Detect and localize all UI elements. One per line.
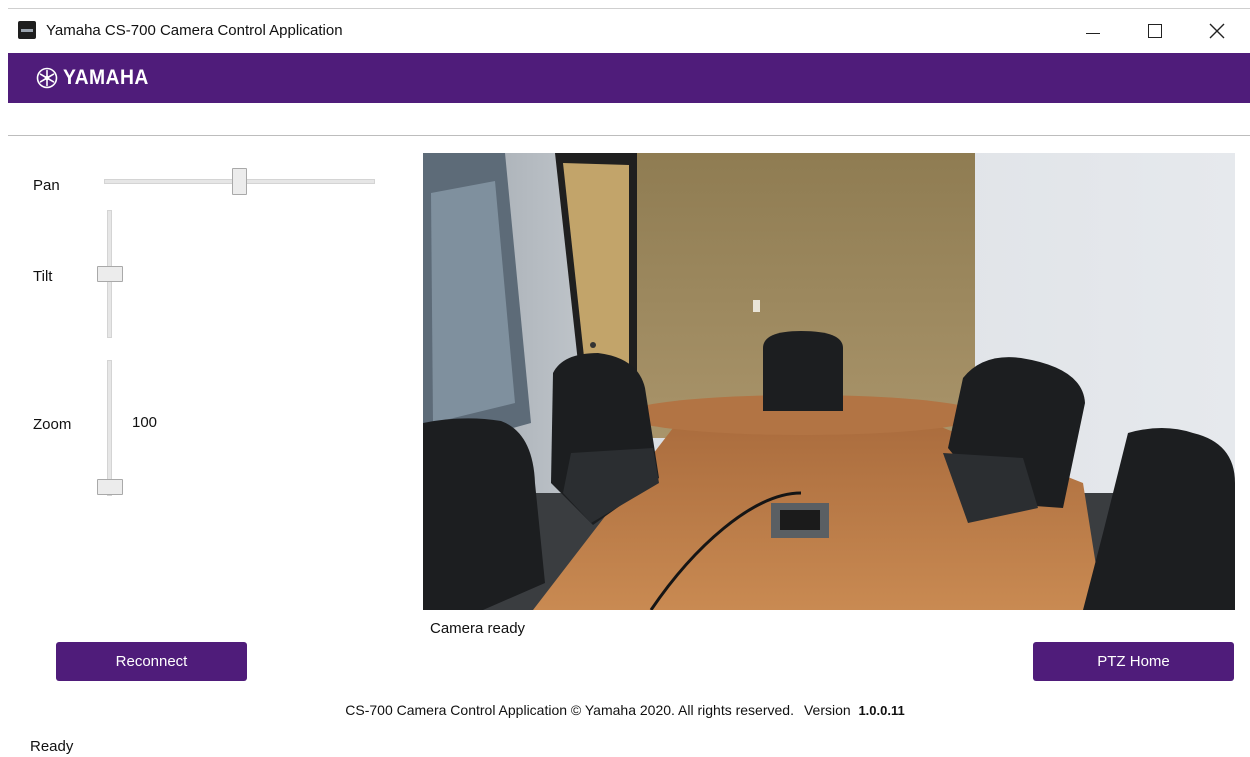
version-number: 1.0.0.11 (858, 703, 905, 718)
header-divider (8, 135, 1250, 136)
camera-feed (423, 153, 1235, 610)
camera-status: Camera ready (430, 620, 526, 637)
close-icon (1209, 23, 1225, 39)
copyright-text: CS-700 Camera Control Application © Yama… (345, 702, 794, 718)
yamaha-logo: YAMAHA (36, 66, 156, 90)
conference-room-camera-feed (423, 153, 1235, 610)
close-button[interactable] (1194, 15, 1240, 47)
app-icon (18, 21, 36, 39)
maximize-button[interactable] (1132, 15, 1178, 47)
version-label: Version (803, 702, 851, 718)
pan-slider-thumb[interactable] (232, 168, 247, 195)
tilt-slider-thumb[interactable] (97, 266, 123, 282)
brand-bar: YAMAHA (8, 53, 1250, 103)
window-titlebar: Yamaha CS-700 Camera Control Application (8, 8, 1250, 53)
zoom-label: Zoom (33, 416, 72, 433)
tilt-label: Tilt (33, 268, 53, 285)
maximize-icon (1148, 24, 1162, 38)
zoom-slider-thumb[interactable] (97, 479, 123, 495)
zoom-value: 100 (132, 414, 158, 431)
minimize-icon (1086, 32, 1100, 34)
pan-label: Pan (33, 177, 60, 194)
statusbar-text: Ready (30, 738, 74, 755)
logo-text: YAMAHA (63, 66, 149, 89)
minimize-button[interactable] (1070, 15, 1116, 47)
zoom-slider-track[interactable] (107, 360, 112, 496)
ptz-home-button[interactable]: PTZ Home (1033, 642, 1234, 681)
window-title: Yamaha CS-700 Camera Control Application (46, 22, 343, 39)
tuning-fork-emblem-icon (36, 67, 58, 89)
footer: CS-700 Camera Control Application © Yama… (0, 702, 1250, 718)
reconnect-button[interactable]: Reconnect (56, 642, 247, 681)
